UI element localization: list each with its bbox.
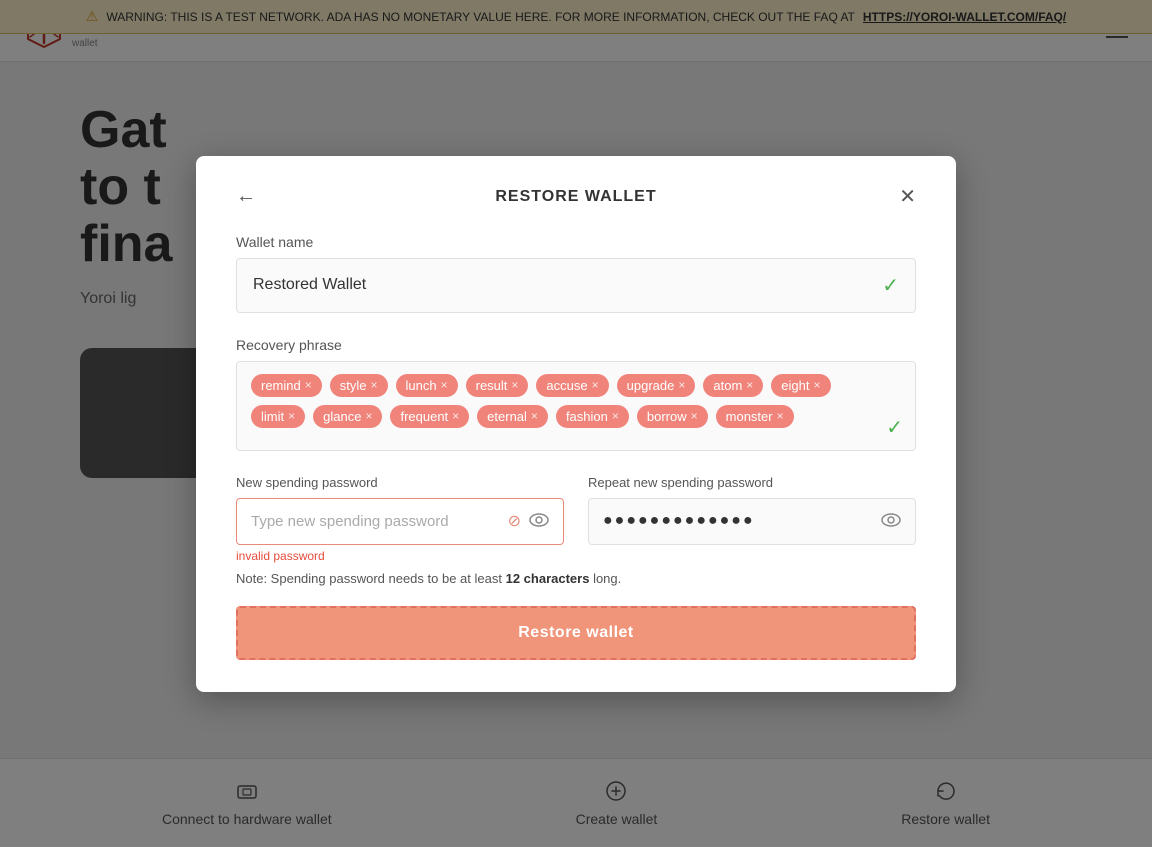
recovery-phrase-label: Recovery phrase: [236, 337, 916, 353]
tag-eternal[interactable]: eternal ×: [477, 405, 548, 428]
invalid-password-text: invalid password: [236, 549, 564, 563]
new-password-placeholder: Type new spending password: [251, 513, 508, 530]
modal-overlay: ← RESTORE WALLET ✕ Wallet name Restored …: [0, 0, 1152, 847]
tags-row-2: limit × glance × frequent × eternal × fa…: [251, 405, 901, 428]
tag-monster[interactable]: monster ×: [716, 405, 794, 428]
wallet-name-value: Restored Wallet: [253, 276, 366, 294]
tag-monster-remove[interactable]: ×: [777, 409, 784, 423]
tag-atom-remove[interactable]: ×: [746, 378, 753, 392]
tag-eight-remove[interactable]: ×: [814, 378, 821, 392]
recovery-phrase-tags[interactable]: remind × style × lunch × result × accuse…: [236, 361, 916, 451]
restore-wallet-modal: ← RESTORE WALLET ✕ Wallet name Restored …: [196, 156, 956, 692]
error-icon: ⊘: [508, 511, 521, 531]
new-password-input-wrap[interactable]: Type new spending password ⊘: [236, 498, 564, 545]
recovery-phrase-check-icon: ✓: [886, 415, 903, 440]
new-password-field: New spending password Type new spending …: [236, 475, 564, 563]
new-password-eye-icon[interactable]: [529, 511, 549, 532]
note-text: Note: Spending password needs to be at l…: [236, 571, 502, 586]
tag-eternal-remove[interactable]: ×: [531, 409, 538, 423]
back-button[interactable]: ←: [236, 185, 256, 208]
note-chars: 12 characters: [506, 571, 590, 586]
note-suffix: long.: [593, 571, 621, 586]
tag-glance-remove[interactable]: ×: [365, 409, 372, 423]
tag-remind-remove[interactable]: ×: [305, 378, 312, 392]
tag-style[interactable]: style ×: [330, 374, 388, 397]
tag-limit[interactable]: limit ×: [251, 405, 305, 428]
tag-fashion-remove[interactable]: ×: [612, 409, 619, 423]
repeat-password-field: Repeat new spending password ●●●●●●●●●●●…: [588, 475, 916, 563]
password-note: Note: Spending password needs to be at l…: [236, 571, 916, 586]
repeat-password-dots: ●●●●●●●●●●●●●: [603, 512, 881, 530]
modal-header: ← RESTORE WALLET ✕: [236, 188, 916, 206]
tag-frequent-remove[interactable]: ×: [452, 409, 459, 423]
repeat-password-input-wrap[interactable]: ●●●●●●●●●●●●●: [588, 498, 916, 545]
wallet-name-field[interactable]: Restored Wallet ✓: [236, 258, 916, 313]
tag-borrow-remove[interactable]: ×: [691, 409, 698, 423]
modal-title: RESTORE WALLET: [495, 188, 656, 206]
tag-eight[interactable]: eight ×: [771, 374, 830, 397]
close-button[interactable]: ✕: [899, 184, 916, 209]
repeat-password-eye-icon[interactable]: [881, 511, 901, 532]
tag-limit-remove[interactable]: ×: [288, 409, 295, 423]
tag-glance[interactable]: glance ×: [313, 405, 382, 428]
tag-lunch[interactable]: lunch ×: [396, 374, 458, 397]
restore-wallet-button[interactable]: Restore wallet: [236, 606, 916, 660]
tag-lunch-remove[interactable]: ×: [441, 378, 448, 392]
password-row: New spending password Type new spending …: [236, 475, 916, 563]
tag-fashion[interactable]: fashion ×: [556, 405, 629, 428]
tag-atom[interactable]: atom ×: [703, 374, 763, 397]
tag-remind[interactable]: remind ×: [251, 374, 322, 397]
tag-style-remove[interactable]: ×: [371, 378, 378, 392]
recovery-phrase-section: Recovery phrase remind × style × lunch ×…: [236, 337, 916, 451]
tag-result-remove[interactable]: ×: [511, 378, 518, 392]
wallet-name-label: Wallet name: [236, 234, 916, 250]
tag-accuse-remove[interactable]: ×: [592, 378, 599, 392]
wallet-name-check-icon: ✓: [882, 273, 899, 298]
tag-upgrade-remove[interactable]: ×: [678, 378, 685, 392]
repeat-password-label: Repeat new spending password: [588, 475, 916, 490]
new-password-label: New spending password: [236, 475, 564, 490]
tags-row-1: remind × style × lunch × result × accuse…: [251, 374, 901, 397]
tag-frequent[interactable]: frequent ×: [390, 405, 469, 428]
tag-result[interactable]: result ×: [466, 374, 529, 397]
tag-upgrade[interactable]: upgrade ×: [617, 374, 696, 397]
tag-accuse[interactable]: accuse ×: [536, 374, 608, 397]
tag-borrow[interactable]: borrow ×: [637, 405, 708, 428]
